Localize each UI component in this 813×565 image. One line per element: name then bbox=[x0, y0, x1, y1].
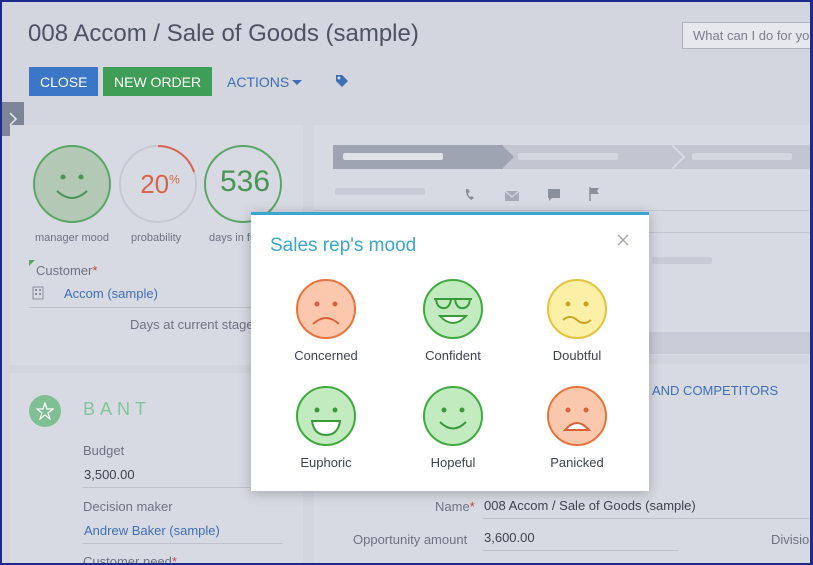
hopeful-face-icon bbox=[423, 386, 483, 446]
customer-need-label: Customer need* bbox=[83, 554, 177, 565]
doubtful-face-icon bbox=[547, 279, 607, 339]
name-underline bbox=[483, 518, 810, 519]
call-icon[interactable] bbox=[463, 187, 479, 203]
concerned-face-icon bbox=[296, 279, 356, 339]
mood-label: Hopeful bbox=[430, 455, 476, 470]
stage-placeholder bbox=[343, 153, 443, 160]
mood-option-confident[interactable]: Confident bbox=[393, 278, 513, 363]
probability-unit: % bbox=[169, 172, 180, 187]
page-frame: 008 Accom / Sale of Goods (sample) What … bbox=[0, 0, 813, 565]
opportunity-amount-value[interactable]: 3,600.00 bbox=[484, 530, 535, 545]
decision-maker-label: Decision maker bbox=[83, 499, 173, 514]
customer-link[interactable]: Accom (sample) bbox=[64, 286, 158, 301]
probability-label: probability bbox=[131, 232, 182, 244]
mood-option-concerned[interactable]: Concerned bbox=[266, 278, 386, 363]
mood-label: Panicked bbox=[550, 455, 604, 470]
email-icon[interactable] bbox=[504, 188, 520, 204]
flag-icon[interactable] bbox=[587, 186, 603, 202]
bant-title: BANT bbox=[83, 399, 152, 419]
edit-corner-icon bbox=[29, 260, 35, 266]
close-icon[interactable] bbox=[616, 233, 630, 247]
probability-gauge: 20% bbox=[119, 145, 197, 223]
text-placeholder bbox=[335, 188, 425, 195]
tag-icon[interactable] bbox=[334, 73, 350, 89]
divider bbox=[314, 210, 810, 211]
days-at-stage-label: Days at current stage bbox=[130, 317, 254, 332]
text-placeholder bbox=[652, 257, 712, 264]
decision-maker-underline bbox=[83, 543, 283, 544]
probability-value: 20% bbox=[121, 169, 199, 200]
days-label: days in fu bbox=[209, 232, 257, 244]
budget-label: Budget bbox=[83, 443, 125, 458]
tab-competitors[interactable]: AND COMPETITORS bbox=[652, 383, 778, 398]
mood-label: Concerned bbox=[294, 348, 358, 363]
mood-label: Doubtful bbox=[552, 348, 602, 363]
mood-dialog: Sales rep's mood Concerned Confident Dou… bbox=[251, 212, 649, 491]
stage-arrow-icon bbox=[502, 145, 514, 169]
division-label: Divisio bbox=[771, 532, 810, 547]
euphoric-face-icon bbox=[296, 386, 356, 446]
bant-icon bbox=[29, 395, 61, 427]
customer-underline bbox=[29, 307, 251, 308]
mood-label: Confident bbox=[425, 348, 481, 363]
chat-icon[interactable] bbox=[546, 187, 562, 203]
mood-label: Euphoric bbox=[300, 455, 352, 470]
budget-value[interactable]: 3,500.00 bbox=[84, 467, 135, 482]
probability-number: 20 bbox=[140, 169, 170, 199]
name-value[interactable]: 008 Accom / Sale of Goods (sample) bbox=[484, 498, 696, 513]
tab-bar: AND COMPETITORS TI bbox=[652, 383, 810, 398]
opportunity-amount-label: Opportunity amount bbox=[353, 532, 468, 547]
decision-maker-link[interactable]: Andrew Baker (sample) bbox=[84, 523, 220, 538]
mood-dialog-title: Sales rep's mood bbox=[270, 235, 417, 256]
page-title: 008 Accom / Sale of Goods (sample) bbox=[28, 20, 419, 47]
confident-face-icon bbox=[423, 279, 483, 339]
mood-option-doubtful[interactable]: Doubtful bbox=[517, 278, 637, 363]
customer-label: Customer* bbox=[36, 263, 98, 278]
manager-mood-gauge[interactable] bbox=[33, 145, 111, 223]
search-input[interactable]: What can I do for yo bbox=[682, 22, 810, 49]
stage-placeholder bbox=[518, 153, 618, 160]
building-icon bbox=[32, 286, 44, 300]
caret-down-icon bbox=[292, 80, 303, 85]
mood-option-panicked[interactable]: Panicked bbox=[517, 385, 637, 470]
panicked-face-icon bbox=[547, 386, 607, 446]
actions-menu-button[interactable]: ACTIONS bbox=[227, 74, 303, 90]
days-value: 536 bbox=[219, 165, 271, 198]
manager-mood-label: manager mood bbox=[35, 232, 109, 244]
amount-underline bbox=[483, 550, 678, 551]
star-icon bbox=[36, 402, 54, 420]
new-order-button[interactable]: NEW ORDER bbox=[103, 67, 213, 96]
name-label: Name* bbox=[435, 499, 475, 514]
stage-arrow-icon bbox=[672, 145, 686, 169]
mood-option-hopeful[interactable]: Hopeful bbox=[393, 385, 513, 470]
hopeful-face-icon bbox=[56, 174, 88, 199]
mood-option-euphoric[interactable]: Euphoric bbox=[266, 385, 386, 470]
close-button[interactable]: CLOSE bbox=[29, 67, 99, 96]
stage-placeholder bbox=[692, 153, 792, 160]
actions-label: ACTIONS bbox=[227, 74, 290, 90]
